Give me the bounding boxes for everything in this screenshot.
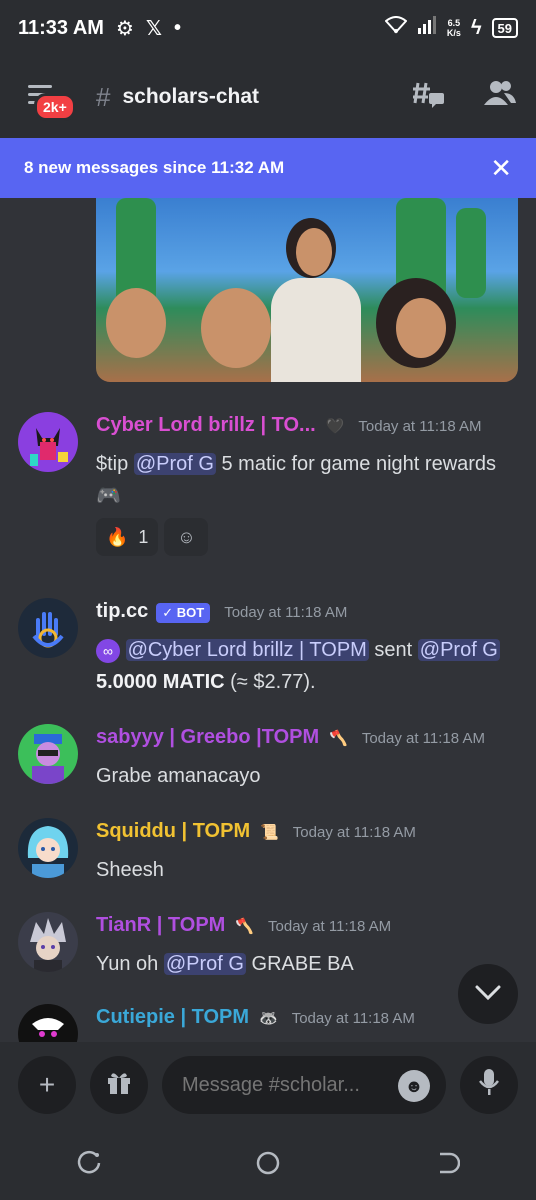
- recent-apps-icon[interactable]: [76, 1150, 102, 1183]
- unread-badge: 2k+: [34, 93, 76, 121]
- status-right: 6.5 K/s ϟ 59: [384, 16, 518, 40]
- author-name[interactable]: Cutiepie | TOPM: [96, 1006, 249, 1029]
- gift-icon: [105, 1068, 133, 1103]
- message-content: Grabe amanacayo: [96, 765, 261, 787]
- role-scroll-icon: 📜: [260, 824, 279, 841]
- author-name[interactable]: Cyber Lord brillz | TO...: [96, 414, 316, 437]
- gif-attachment[interactable]: [96, 198, 518, 382]
- role-heart-icon: 🖤: [325, 418, 345, 435]
- add-reaction-icon: ☺: [177, 526, 196, 547]
- x-app-icon: 𝕏: [145, 17, 163, 40]
- network-speed-unit: K/s: [446, 28, 461, 38]
- avatar[interactable]: [18, 912, 78, 972]
- message-header: tip.cc ✓ BOT Today at 11:18 AM: [96, 600, 347, 623]
- author-name[interactable]: sabyyy | Greebo |TOPM: [96, 726, 319, 749]
- message-header: Squiddu | TOPM 📜 Today at 11:18 AM: [96, 820, 416, 843]
- chevron-down-icon: [475, 980, 501, 1008]
- locked-channel-hash-icon: #: [96, 81, 111, 112]
- network-speed: 6.5 K/s: [447, 18, 461, 38]
- avatar[interactable]: [18, 412, 78, 472]
- message-item[interactable]: Cutiepie | TOPM 🦝 Today at 11:18 AM: [18, 1004, 528, 1042]
- message-text: GRABE BA: [245, 953, 354, 975]
- back-icon[interactable]: [434, 1150, 460, 1183]
- reactions: 🔥 1 ☺: [96, 518, 209, 556]
- microphone-icon: [478, 1067, 500, 1104]
- message-header: Cutiepie | TOPM 🦝 Today at 11:18 AM: [96, 1006, 415, 1029]
- fire-emoji-icon: 🔥: [106, 526, 129, 547]
- message-composer: + ☻: [0, 1042, 536, 1132]
- user-mention[interactable]: @Prof G: [163, 953, 246, 975]
- status-bar: 11:33 AM ⚙ 𝕏 • 6.5 K/s ϟ 59: [0, 0, 536, 56]
- emoji-picker-button[interactable]: ☻: [398, 1070, 430, 1102]
- members-icon[interactable]: [484, 79, 516, 116]
- add-reaction-button[interactable]: ☺: [164, 518, 209, 556]
- user-mention[interactable]: @Cyber Lord brillz | TOPM: [125, 639, 369, 661]
- wifi-icon: [384, 16, 408, 40]
- message-text: Yun oh: [96, 953, 164, 975]
- message-content: Sheesh: [96, 859, 164, 881]
- channel-name[interactable]: scholars-chat: [122, 85, 259, 109]
- add-attachment-button[interactable]: +: [18, 1056, 76, 1114]
- settings-gear-icon: ⚙: [115, 17, 134, 40]
- author-name[interactable]: tip.cc: [96, 600, 148, 623]
- charging-icon: ϟ: [470, 16, 482, 39]
- home-icon[interactable]: [255, 1150, 281, 1183]
- signal-icon: [417, 16, 437, 40]
- timestamp: Today at 11:18 AM: [361, 730, 485, 747]
- plus-icon: +: [38, 1069, 56, 1100]
- system-nav-bar: [0, 1132, 536, 1200]
- message-text: (≈ $2.77).: [224, 671, 316, 693]
- amount-text: 5.0000 MATIC: [96, 671, 225, 693]
- author-name[interactable]: Squiddu | TOPM: [96, 820, 250, 843]
- header-actions: [412, 79, 516, 116]
- gift-button[interactable]: [90, 1056, 148, 1114]
- avatar[interactable]: [18, 1004, 78, 1042]
- message-header: sabyyy | Greebo |TOPM 🪓 Today at 11:18 A…: [96, 726, 485, 749]
- discord-chat-screen: 11:33 AM ⚙ 𝕏 • 6.5 K/s ϟ 59 2k+ # schola…: [0, 0, 536, 1200]
- reaction-count: 1: [138, 526, 149, 547]
- threads-icon[interactable]: [412, 79, 446, 116]
- new-messages-bar[interactable]: 8 new messages since 11:32 AM ✕: [0, 138, 536, 198]
- message-text: sent: [368, 639, 418, 661]
- user-mention[interactable]: @Prof G: [133, 453, 216, 475]
- network-speed-value: 6.5: [447, 18, 461, 28]
- avatar[interactable]: [18, 598, 78, 658]
- message-text: $tip: [96, 453, 134, 475]
- new-messages-text: 8 new messages since 11:32 AM: [24, 158, 285, 177]
- channel-header: 2k+ # scholars-chat: [0, 56, 536, 138]
- timestamp: Today at 11:18 AM: [291, 1010, 415, 1027]
- reaction-fire[interactable]: 🔥 1: [96, 518, 159, 556]
- message-header: Cyber Lord brillz | TO... 🖤 Today at 11:…: [96, 414, 482, 437]
- timestamp: Today at 11:18 AM: [224, 604, 348, 621]
- emoji-icon: ☻: [404, 1075, 424, 1096]
- avatar[interactable]: [18, 724, 78, 784]
- role-axe-icon: 🪓: [235, 918, 255, 935]
- message-content: Yun oh @Prof G GRABE BA: [96, 948, 516, 980]
- close-icon[interactable]: ✕: [490, 153, 512, 184]
- timestamp: Today at 11:18 AM: [358, 418, 482, 435]
- role-icon: 🦝: [259, 1010, 278, 1027]
- avatar[interactable]: [18, 818, 78, 878]
- author-name[interactable]: TianR | TOPM: [96, 914, 225, 937]
- battery-indicator: 59: [491, 18, 518, 38]
- role-axe-icon: 🪓: [329, 730, 348, 747]
- message-content: $tip @Prof G 5 matic for game night rewa…: [96, 448, 516, 512]
- jump-to-latest-button[interactable]: [458, 964, 518, 1024]
- message-content: ∞ @Cyber Lord brillz | TOPM sent @Prof G…: [96, 634, 516, 698]
- timestamp: Today at 11:18 AM: [292, 824, 416, 841]
- status-time: 11:33 AM: [18, 16, 104, 39]
- user-mention[interactable]: @Prof G: [417, 639, 500, 661]
- bot-badge: ✓ BOT: [156, 603, 211, 623]
- timestamp: Today at 11:18 AM: [268, 918, 392, 935]
- notification-dot-icon: •: [174, 16, 182, 39]
- menu-button[interactable]: 2k+: [20, 77, 76, 121]
- message-header: TianR | TOPM 🪓 Today at 11:18 AM: [96, 914, 391, 937]
- matic-icon: ∞: [96, 638, 120, 663]
- voice-message-button[interactable]: [460, 1056, 518, 1114]
